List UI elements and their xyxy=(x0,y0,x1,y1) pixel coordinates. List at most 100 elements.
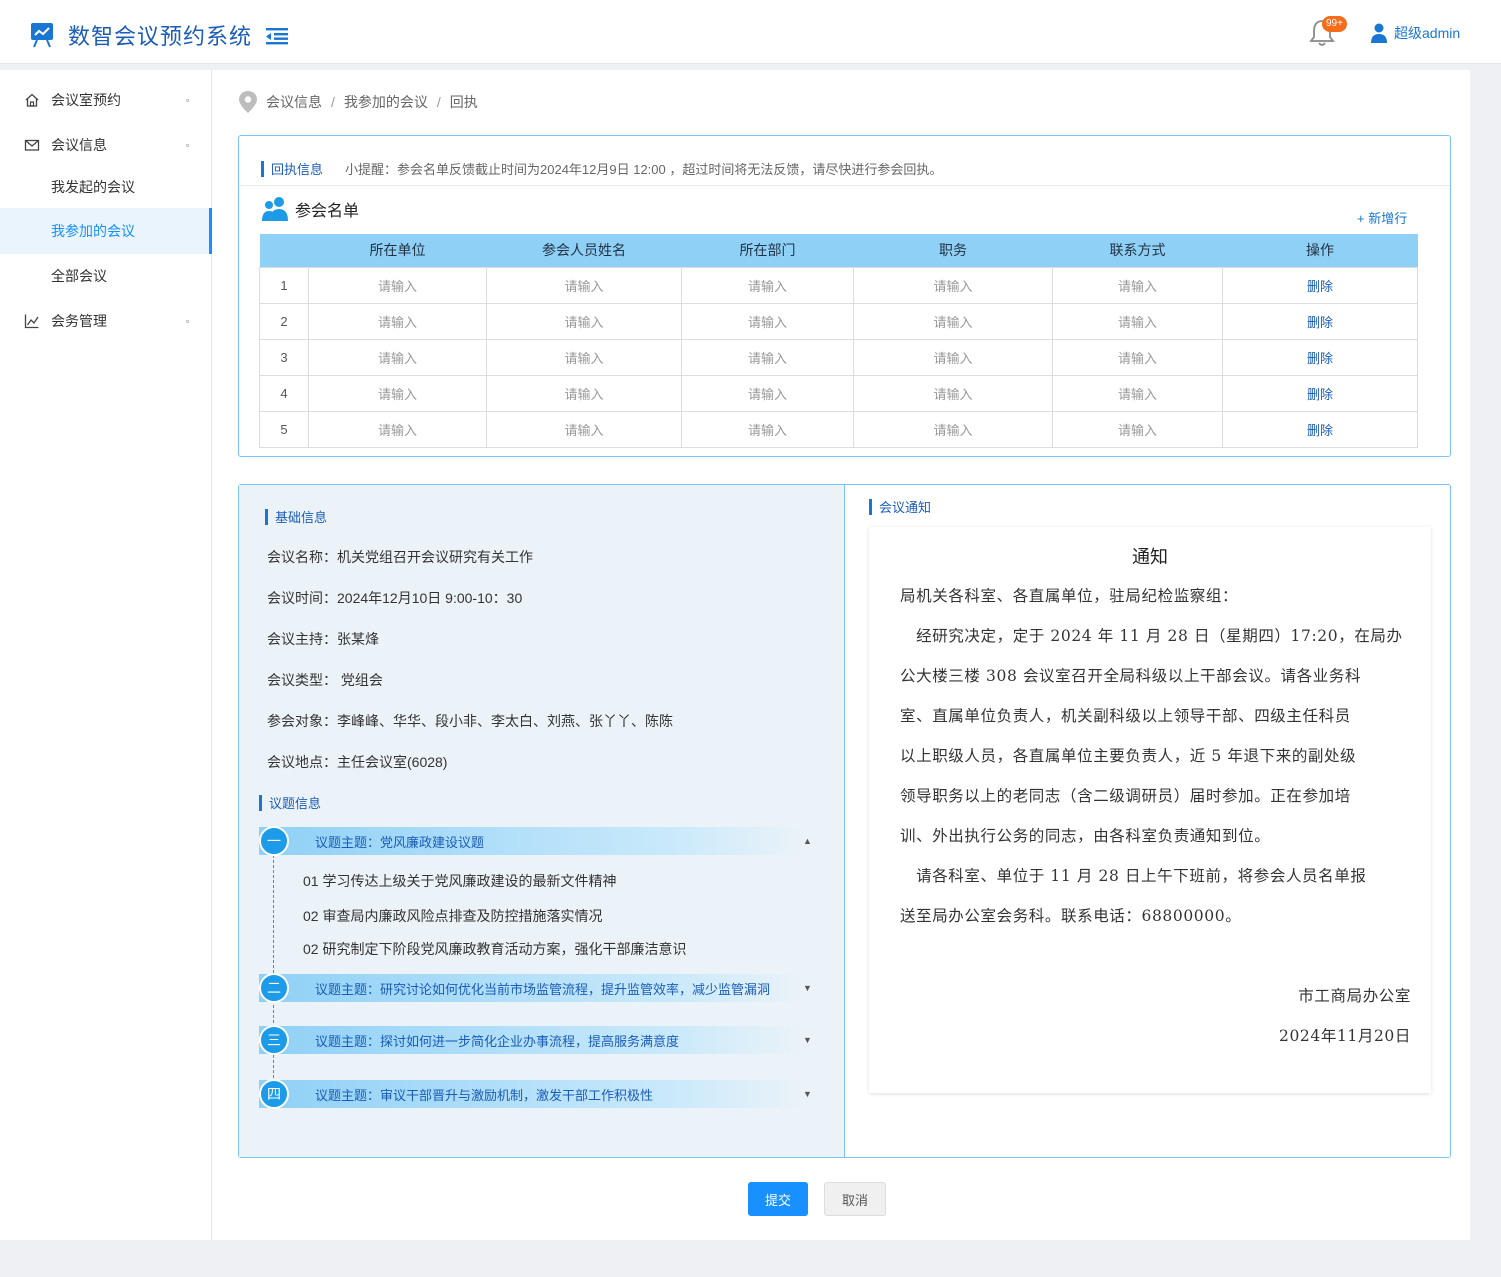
table-cell-input[interactable]: 请输入 xyxy=(486,338,682,376)
users-icon xyxy=(262,197,288,221)
meeting-name: 会议名称：机关党组召开会议研究有关工作 xyxy=(267,549,533,565)
table-cell-input[interactable]: 请输入 xyxy=(486,302,682,340)
notice-section-title: 会议通知 xyxy=(869,497,931,516)
delete-row-link[interactable]: 删除 xyxy=(1222,374,1418,412)
sidebar-sub-label: 全部会议 xyxy=(51,268,107,284)
topic-sub-item: 02 审查局内廉政风险点排查及防控措施落实情况 xyxy=(303,908,603,924)
sidebar-item-label: 会议信息 xyxy=(51,137,107,153)
meeting-location: 会议地点：主任会议室(6028) xyxy=(267,754,448,770)
topic-title: 议题主题：研究讨论如何优化当前市场监管流程，提升监管效率，减少监管漏洞 xyxy=(315,981,771,997)
receipt-section-title: 回执信息 xyxy=(261,159,323,178)
notice-title: 通知 xyxy=(1132,547,1168,567)
topic-header-3[interactable]: 议题主题：探讨如何进一步简化企业办事流程，提高服务满意度 ▼ xyxy=(259,1026,812,1054)
cancel-button[interactable]: 取消 xyxy=(824,1182,886,1216)
table-cell-input[interactable]: 请输入 xyxy=(486,374,682,412)
notice-line: 以上职级人员，各直属单位主要负责人，近 5 年退下来的副处级 xyxy=(900,747,1357,765)
expand-icon[interactable]: ▼ xyxy=(803,1089,812,1099)
breadcrumb-separator: / xyxy=(331,94,335,110)
delete-row-link[interactable]: 删除 xyxy=(1222,338,1418,376)
table-cell-input[interactable]: 请输入 xyxy=(486,266,682,304)
meeting-time: 会议时间：2024年12月10日 9:00-10：30 xyxy=(267,590,523,606)
home-icon xyxy=(25,93,39,107)
expand-icon[interactable]: ▼ xyxy=(803,983,812,993)
table-cell-input[interactable]: 请输入 xyxy=(853,374,1053,412)
submit-button[interactable]: 提交 xyxy=(748,1182,808,1216)
table-row: 4 请输入 请输入 请输入 请输入 请输入 删除 xyxy=(259,374,1418,412)
expand-icon[interactable]: ▼ xyxy=(803,1035,812,1045)
topic-header-2[interactable]: 议题主题：研究讨论如何优化当前市场监管流程，提升监管效率，减少监管漏洞 ▼ xyxy=(259,974,812,1002)
topic-sub-item: 02 研究制定下阶段党风廉政教育活动方案，强化干部廉洁意识 xyxy=(303,941,687,957)
meeting-host: 会议主持：张某烽 xyxy=(267,631,379,647)
line-chart-icon xyxy=(24,314,39,329)
breadcrumb-item[interactable]: 我参加的会议 xyxy=(344,92,428,112)
topic-title: 议题主题：党风廉政建设议题 xyxy=(315,834,485,850)
column-header: 联系方式 xyxy=(1052,234,1223,267)
sidebar-item-label: 会务管理 xyxy=(51,313,107,329)
topic-number-badge: 三 xyxy=(259,1025,289,1055)
table-row: 3 请输入 请输入 请输入 请输入 请输入 删除 xyxy=(259,338,1418,376)
delete-row-link[interactable]: 删除 xyxy=(1222,302,1418,340)
table-cell-input[interactable]: 请输入 xyxy=(1052,410,1223,448)
sidebar-item-room-booking[interactable]: 会议室预约 ▫ xyxy=(0,78,212,122)
table-cell-input[interactable]: 请输入 xyxy=(853,410,1053,448)
table-cell-input[interactable]: 请输入 xyxy=(308,374,487,412)
table-cell-input[interactable]: 请输入 xyxy=(1052,338,1223,376)
sidebar-sub-all-meetings[interactable]: 全部会议 xyxy=(0,253,212,299)
table-cell-input[interactable]: 请输入 xyxy=(1052,302,1223,340)
table-cell-input[interactable]: 请输入 xyxy=(681,338,854,376)
row-index: 2 xyxy=(259,302,309,340)
sidebar-item-affairs[interactable]: 会务管理 ▫ xyxy=(0,299,212,343)
column-header: 职务 xyxy=(853,234,1053,267)
attendee-table: 所在单位 参会人员姓名 所在部门 职务 联系方式 操作 1 请输入 请输入 请输入 请输… xyxy=(259,234,1418,448)
notice-line: 训、外出执行公务的同志，由各科室负责通知到位。 xyxy=(900,827,1271,845)
column-header-index xyxy=(259,234,309,267)
breadcrumb-item-current: 回执 xyxy=(449,94,478,110)
sidebar: 会议室预约 ▫ 会议信息 ▫ 我发起的会议 我参加的会议 全部会议 会务管理 ▫ xyxy=(0,70,212,1240)
table-cell-input[interactable]: 请输入 xyxy=(853,338,1053,376)
receipt-panel-header: 回执信息 小提醒：参会名单反馈截止时间为2024年12月9日 12:00 ，超过… xyxy=(239,136,1450,186)
topic-number-badge: 一 xyxy=(259,826,289,856)
collapse-icon[interactable]: ▲ xyxy=(803,836,812,846)
table-cell-input[interactable]: 请输入 xyxy=(1052,374,1223,412)
table-cell-input[interactable]: 请输入 xyxy=(681,410,854,448)
column-header: 参会人员姓名 xyxy=(486,234,682,267)
table-cell-input[interactable]: 请输入 xyxy=(1052,266,1223,304)
user-icon xyxy=(1371,23,1387,43)
sidebar-sub-my-initiated[interactable]: 我发起的会议 xyxy=(0,164,212,210)
main-content: 会议信息 / 我参加的会议 / 回执 回执信息 小提醒：参会名单反馈截止时间为2… xyxy=(212,70,1470,1240)
expand-icon: ▫ xyxy=(186,95,190,105)
table-cell-input[interactable]: 请输入 xyxy=(308,338,487,376)
breadcrumb-item[interactable]: 会议信息 xyxy=(266,92,322,112)
receipt-panel: 回执信息 小提醒：参会名单反馈截止时间为2024年12月9日 12:00 ，超过… xyxy=(238,135,1451,457)
table-header-row: 所在单位 参会人员姓名 所在部门 职务 联系方式 操作 xyxy=(259,234,1418,267)
row-index: 1 xyxy=(259,266,309,304)
table-cell-input[interactable]: 请输入 xyxy=(308,266,487,304)
table-cell-input[interactable]: 请输入 xyxy=(681,374,854,412)
sidebar-sub-label: 我参加的会议 xyxy=(51,223,135,239)
notice-date: 2024年11月20日 xyxy=(1279,1027,1411,1045)
user-menu[interactable]: 超级admin xyxy=(1370,22,1460,44)
menu-fold-icon[interactable] xyxy=(266,27,288,45)
topic-title: 议题主题：审议干部晋升与激励机制，激发干部工作积极性 xyxy=(315,1087,654,1103)
notice-line: 公大楼三楼 308 会议室召开全局科级以上干部会议。请各业务科 xyxy=(900,667,1362,685)
meeting-basic-panel: 基础信息 会议名称：机关党组召开会议研究有关工作 会议时间：2024年12月10… xyxy=(239,485,845,1157)
add-row-button[interactable]: + 新增行 xyxy=(1357,208,1407,227)
sidebar-sub-my-joined[interactable]: 我参加的会议 xyxy=(0,208,212,254)
topic-header-1[interactable]: 议题主题：党风廉政建设议题 ▲ xyxy=(259,827,812,855)
user-name: 超级admin xyxy=(1394,25,1461,41)
topic-header-4[interactable]: 议题主题：审议干部晋升与激励机制，激发干部工作积极性 ▼ xyxy=(259,1080,812,1108)
sidebar-item-meeting-info[interactable]: 会议信息 ▫ xyxy=(0,123,212,167)
delete-row-link[interactable]: 删除 xyxy=(1222,266,1418,304)
notice-line: 送至局办公室会务科。联系电话：68800000。 xyxy=(900,907,1242,925)
expand-icon: ▫ xyxy=(186,140,190,150)
table-cell-input[interactable]: 请输入 xyxy=(681,302,854,340)
table-cell-input[interactable]: 请输入 xyxy=(853,266,1053,304)
table-cell-input[interactable]: 请输入 xyxy=(308,302,487,340)
table-cell-input[interactable]: 请输入 xyxy=(486,410,682,448)
table-row: 5 请输入 请输入 请输入 请输入 请输入 删除 xyxy=(259,410,1418,448)
table-cell-input[interactable]: 请输入 xyxy=(853,302,1053,340)
receipt-tip: 小提醒：参会名单反馈截止时间为2024年12月9日 12:00 ，超过时间将无法… xyxy=(345,162,943,177)
table-cell-input[interactable]: 请输入 xyxy=(681,266,854,304)
table-cell-input[interactable]: 请输入 xyxy=(308,410,487,448)
delete-row-link[interactable]: 删除 xyxy=(1222,410,1418,448)
